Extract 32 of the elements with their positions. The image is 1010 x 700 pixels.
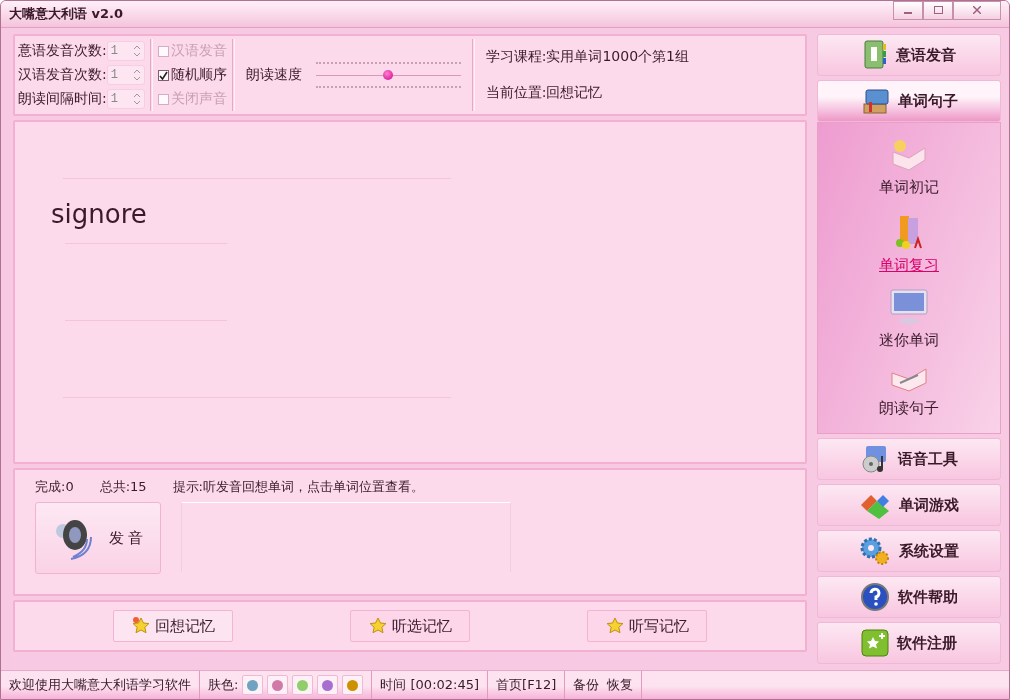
speak-button[interactable]: 发 音 bbox=[35, 502, 161, 575]
speed-label: 朗读速度 bbox=[245, 66, 302, 85]
welcome-text: 欢迎使用大嘴意大利语学习软件 bbox=[9, 676, 191, 695]
mode-button[interactable]: 听写记忆 bbox=[586, 610, 707, 643]
submenu-item[interactable]: 单词初记 bbox=[879, 138, 939, 198]
checkbox-option[interactable]: 随机顺序 bbox=[157, 66, 227, 85]
hint-text: 提示:听发音回想单词，点击单词位置查看。 bbox=[172, 478, 424, 497]
home-link[interactable]: 首页[F12] bbox=[496, 676, 557, 695]
setting-label: 汉语发音次数: bbox=[18, 66, 107, 85]
sidebar-button[interactable]: 单词句子 bbox=[817, 80, 1001, 123]
mode-button[interactable]: 回想记忆 bbox=[113, 610, 234, 643]
window-title: 大嘴意大利语 v2.0 bbox=[9, 5, 124, 24]
backup-link[interactable]: 备份 bbox=[573, 676, 600, 695]
sidebar-button[interactable]: 意语发音 bbox=[817, 34, 1001, 77]
mode-button[interactable]: 听选记忆 bbox=[350, 610, 470, 643]
sidebar-button[interactable]: 软件帮助 bbox=[817, 576, 1001, 619]
time-text: 时间 [00:02:45] bbox=[380, 676, 480, 695]
course-text: 学习课程:实用单词1000个第1组 bbox=[485, 48, 689, 67]
sidebar-button[interactable]: 系统设置 bbox=[817, 530, 1001, 573]
total-count: 总共:15 bbox=[99, 478, 147, 497]
setting-label: 朗读间隔时间: bbox=[18, 90, 107, 109]
submenu-item[interactable]: 迷你单词 bbox=[879, 289, 939, 351]
sidebar-button[interactable]: 单词游戏 bbox=[817, 484, 1001, 527]
done-count: 完成:0 bbox=[35, 478, 74, 497]
restore-link[interactable]: 恢复 bbox=[607, 676, 634, 695]
setting-label: 意语发音次数: bbox=[18, 42, 107, 61]
skin-label: 肤色: bbox=[208, 676, 239, 695]
sidebar-button[interactable]: 语音工具 bbox=[817, 438, 1001, 481]
word-text[interactable]: signore bbox=[15, 179, 805, 244]
position-text: 当前位置:回想记忆 bbox=[485, 84, 604, 103]
sidebar-button[interactable]: 软件注册 bbox=[817, 622, 1001, 665]
submenu-item[interactable]: 朗读句子 bbox=[879, 364, 939, 418]
